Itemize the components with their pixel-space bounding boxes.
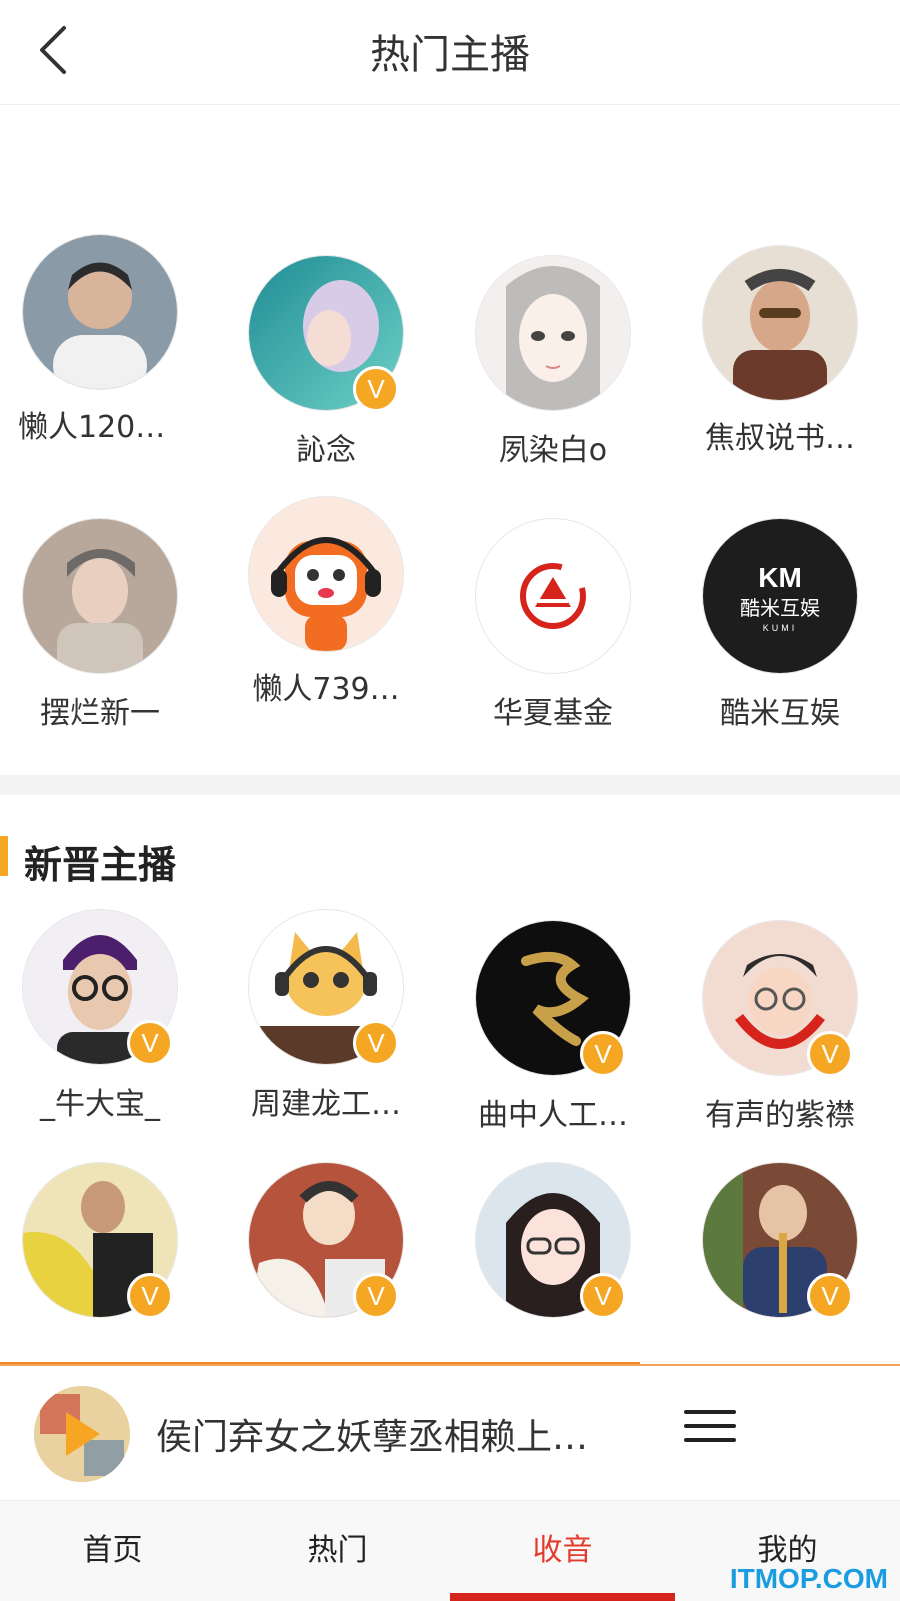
avatar[interactable] xyxy=(702,245,858,401)
anchor-name: 訫念 xyxy=(296,433,356,468)
tab-radio[interactable]: 收音 xyxy=(450,1501,675,1601)
anchor-card[interactable]: V 曲中人工… xyxy=(453,920,653,1134)
bottom-nav: 首页 热门 收音 我的 ITMOP.COM xyxy=(0,1500,900,1601)
avatar[interactable] xyxy=(475,255,631,411)
anchor-card[interactable]: V xyxy=(0,1162,200,1319)
anchor-card[interactable]: V 訫念 xyxy=(226,255,426,469)
anchor-card[interactable]: V xyxy=(226,1162,426,1319)
anchor-card[interactable]: V xyxy=(680,1162,880,1319)
verified-badge-icon: V xyxy=(353,366,399,412)
anchor-name: 夙染白o xyxy=(498,433,608,468)
page-title: 热门主播 xyxy=(370,32,530,78)
sketch-man-avatar-icon xyxy=(733,269,827,400)
illustrated-girl-avatar-icon xyxy=(506,266,600,410)
kumi-logo-icon: KM 酷米互娱 KUMI xyxy=(740,562,820,633)
play-icon[interactable] xyxy=(66,1412,100,1456)
anchor-name: _牛大宝_ xyxy=(40,1087,160,1122)
verified-badge-icon: V xyxy=(353,1020,399,1066)
anchor-name: 有声的紫襟 xyxy=(705,1098,855,1133)
anchor-card[interactable]: V _牛大宝_ xyxy=(0,909,200,1123)
avatar[interactable]: V xyxy=(475,920,631,1077)
anchor-card[interactable]: 懒人120… xyxy=(0,234,200,446)
avatar[interactable]: V xyxy=(22,909,178,1066)
album-cover[interactable] xyxy=(34,1386,130,1482)
anchor-card[interactable]: 摆烂新一 xyxy=(0,518,200,732)
anchor-name: 华夏基金 xyxy=(493,696,613,731)
anchor-card[interactable]: 华夏基金 xyxy=(453,518,653,732)
anchor-card[interactable]: 夙染白o xyxy=(453,255,653,469)
lazy-mascot-avatar-icon xyxy=(271,537,381,651)
avatar[interactable]: KM 酷米互娱 KUMI xyxy=(702,518,858,674)
anchor-name: 焦叔说书… xyxy=(705,421,855,456)
now-playing-bar[interactable]: 侯门弃女之妖孽丞相赖上… xyxy=(0,1364,900,1502)
anchor-card[interactable]: 懒人739… xyxy=(226,496,426,708)
verified-badge-icon: V xyxy=(580,1031,626,1077)
playlist-icon[interactable] xyxy=(684,1410,736,1458)
verified-badge-icon: V xyxy=(127,1273,173,1319)
section-accent-bar xyxy=(0,836,8,876)
anchor-name: 摆烂新一 xyxy=(40,696,160,731)
anchor-card[interactable]: 焦叔说书… xyxy=(680,245,880,457)
avatar[interactable]: V xyxy=(22,1162,178,1319)
tab-home[interactable]: 首页 xyxy=(0,1501,225,1601)
avatar[interactable] xyxy=(475,518,631,674)
anchor-name: 懒人739… xyxy=(252,672,400,707)
kumi-logo-cn: 酷米互娱 xyxy=(740,596,820,620)
watermark: ITMOP.COM xyxy=(729,1563,888,1594)
verified-badge-icon: V xyxy=(807,1273,853,1319)
kumi-logo-mark: KM xyxy=(758,562,802,593)
anchor-card[interactable]: V 周建龙工… xyxy=(226,909,426,1123)
section-divider xyxy=(0,775,900,795)
section-title: 新晋主播 xyxy=(24,843,177,887)
anchor-card[interactable]: KM 酷米互娱 KUMI 酷米互娱 xyxy=(680,518,880,732)
huaxia-fund-logo-icon xyxy=(520,563,586,629)
avatar[interactable]: V xyxy=(248,909,404,1066)
tab-hot[interactable]: 热门 xyxy=(225,1501,450,1601)
young-man-avatar-icon xyxy=(57,549,143,673)
avatar[interactable]: V xyxy=(475,1162,631,1319)
anchor-name: 周建龙工… xyxy=(251,1087,401,1122)
person-avatar-icon xyxy=(53,262,147,389)
avatar[interactable] xyxy=(22,234,178,390)
verified-badge-icon: V xyxy=(127,1020,173,1066)
avatar[interactable] xyxy=(248,496,404,652)
avatar[interactable]: V xyxy=(702,920,858,1077)
anchor-card[interactable]: V xyxy=(453,1162,653,1319)
verified-badge-icon: V xyxy=(807,1031,853,1077)
avatar[interactable]: V xyxy=(248,1162,404,1319)
anchor-name: 曲中人工… xyxy=(478,1098,628,1133)
anchor-name: 酷米互娱 xyxy=(720,696,840,731)
playback-progress-bar xyxy=(0,1362,640,1364)
avatar[interactable]: V xyxy=(248,255,404,412)
verified-badge-icon: V xyxy=(353,1273,399,1319)
now-playing-title[interactable]: 侯门弃女之妖孽丞相赖上… xyxy=(156,1408,606,1460)
anchor-card[interactable]: V 有声的紫襟 xyxy=(680,920,880,1134)
avatar[interactable]: V xyxy=(702,1162,858,1319)
verified-badge-icon: V xyxy=(580,1273,626,1319)
top-bar: 热门主播 xyxy=(0,0,900,105)
kumi-logo-en: KUMI xyxy=(763,623,798,633)
avatar[interactable] xyxy=(22,518,178,674)
anchor-name: 懒人120… xyxy=(18,410,166,445)
